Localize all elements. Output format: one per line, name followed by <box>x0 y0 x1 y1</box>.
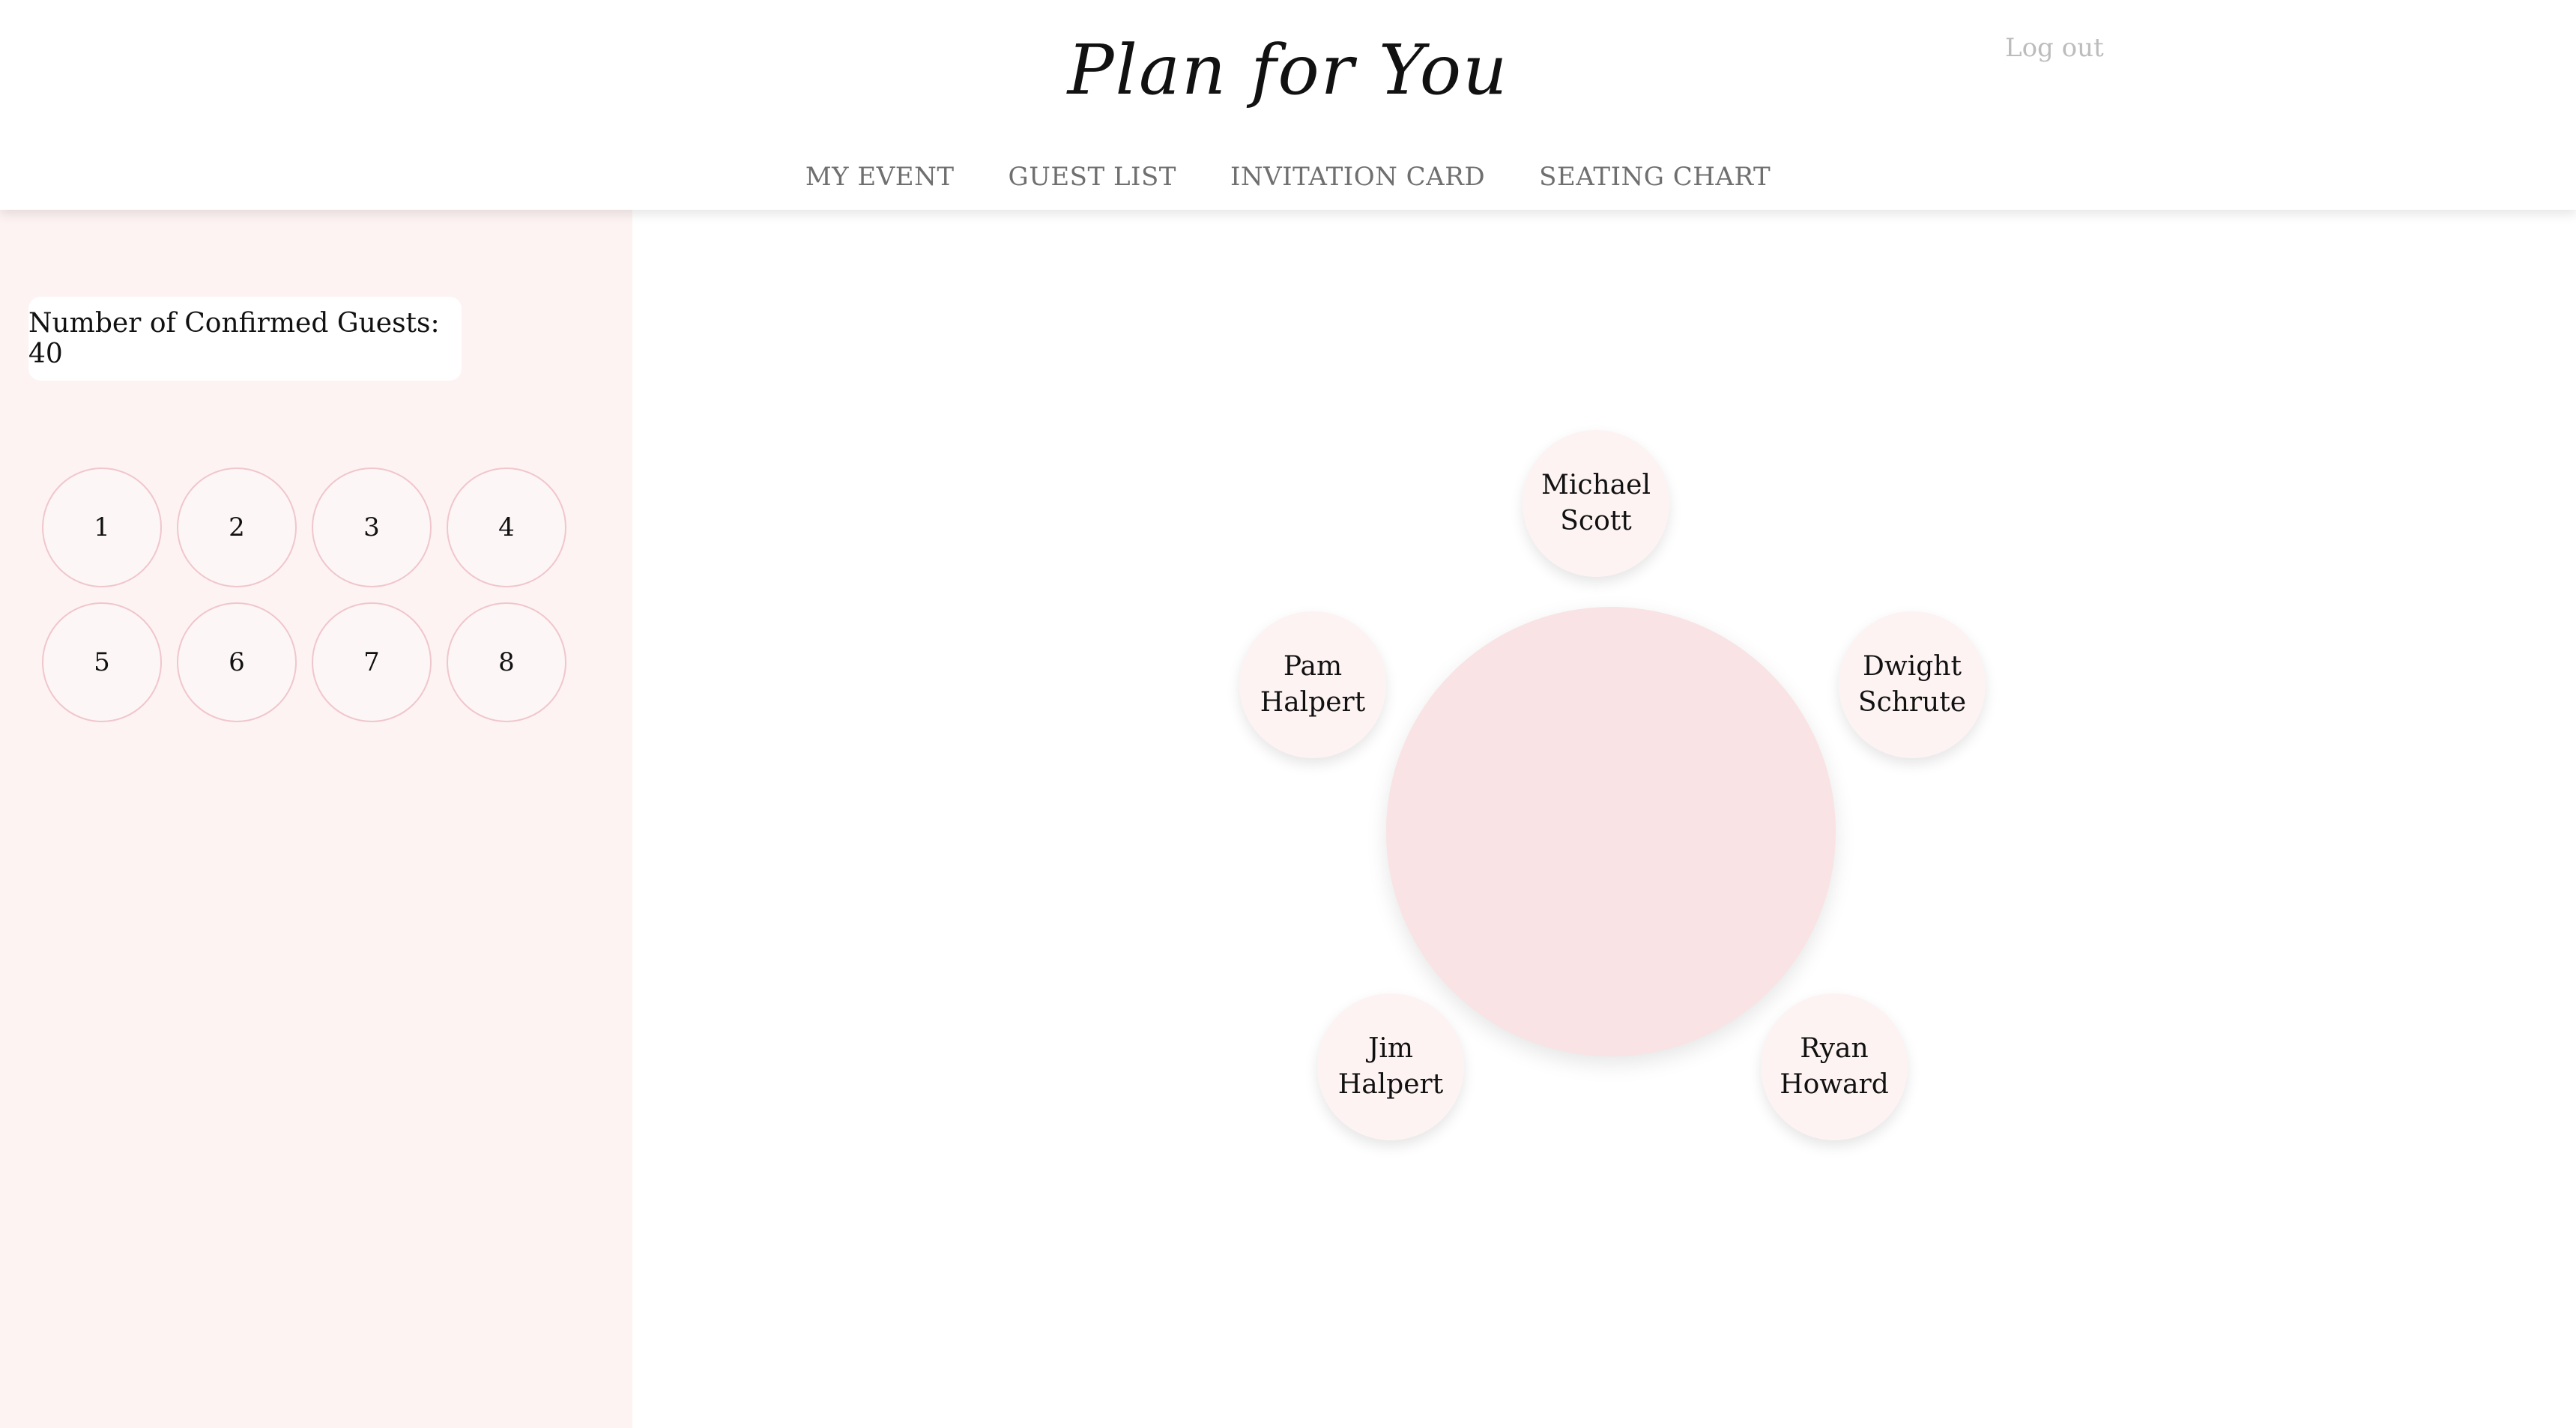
seat-guest-name: Dwight Schrute <box>1857 651 1967 718</box>
seat-ryan-howard[interactable]: Ryan Howard <box>1761 993 1908 1140</box>
seat-guest-name: Michael Scott <box>1541 470 1651 536</box>
seat-pam-halpert[interactable]: Pam Halpert <box>1239 611 1386 758</box>
round-table <box>1386 607 1836 1056</box>
nav-seating-chart[interactable]: SEATING CHART <box>1539 162 1771 192</box>
seat-jim-halpert[interactable]: Jim Halpert <box>1317 993 1464 1140</box>
seat-guest-name: Jim Halpert <box>1337 1033 1444 1100</box>
seat-guest-name: Ryan Howard <box>1780 1033 1889 1100</box>
nav-guest-list[interactable]: GUEST LIST <box>1009 162 1176 192</box>
table-button-4[interactable]: 4 <box>447 468 566 587</box>
table-selector-grid: 1 2 3 4 5 6 7 8 <box>42 468 566 722</box>
seat-dwight-schrute[interactable]: Dwight Schrute <box>1839 611 1986 758</box>
nav-invitation-card[interactable]: INVITATION CARD <box>1230 162 1485 192</box>
logout-link[interactable]: Log out <box>2005 33 2104 63</box>
table-button-3[interactable]: 3 <box>312 468 432 587</box>
table-button-5[interactable]: 5 <box>42 602 162 722</box>
brand-logo[interactable]: Plan for You <box>0 30 2576 110</box>
table-button-6[interactable]: 6 <box>177 602 297 722</box>
seat-guest-name: Pam Halpert <box>1260 651 1366 718</box>
table-button-1[interactable]: 1 <box>42 468 162 587</box>
table-button-2[interactable]: 2 <box>177 468 297 587</box>
table-button-8[interactable]: 8 <box>447 602 566 722</box>
sidebar: Number of Confirmed Guests: 40 1 2 3 4 5… <box>0 210 632 1428</box>
top-header: Plan for You Log out MY EVENT GUEST LIST… <box>0 0 2576 210</box>
table-button-7[interactable]: 7 <box>312 602 432 722</box>
confirmed-guests-count: Number of Confirmed Guests: 40 <box>28 297 462 381</box>
nav-my-event[interactable]: MY EVENT <box>805 162 955 192</box>
main-nav: MY EVENT GUEST LIST INVITATION CARD SEAT… <box>0 162 2576 192</box>
seat-michael-scott[interactable]: Michael Scott <box>1523 430 1669 577</box>
